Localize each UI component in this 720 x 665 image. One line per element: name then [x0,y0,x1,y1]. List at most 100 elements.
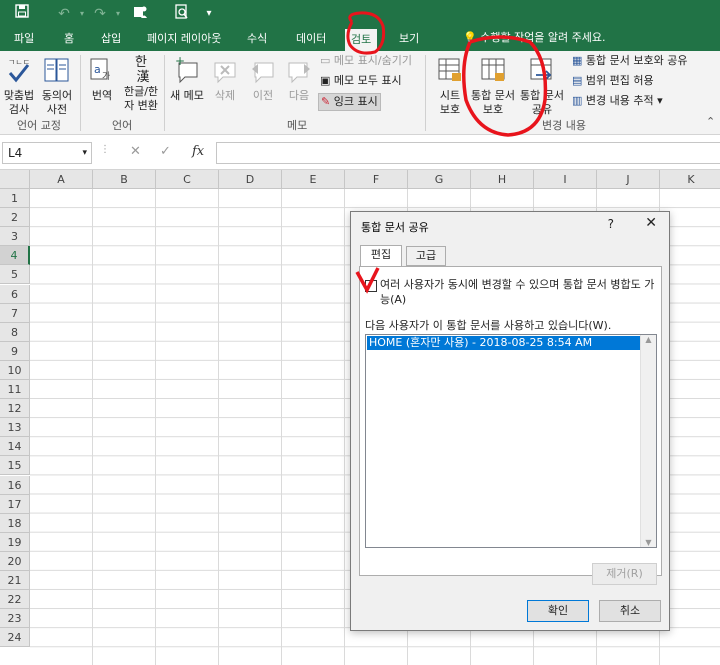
protect-sheet-button[interactable]: 시트 보호 [433,55,467,117]
tell-me-box[interactable]: 💡 수행할 작업을 알려 주세요. [463,29,606,45]
track-changes-button[interactable]: ▥ 변경 내용 추적 ▾ [572,93,663,109]
row-header[interactable]: 5 [0,265,30,285]
tab-data[interactable]: 데이터 [290,27,332,51]
row-header[interactable]: 22 [0,590,30,610]
row-header[interactable]: 6 [0,284,30,304]
group-separator [425,55,426,131]
column-header[interactable]: E [282,170,345,189]
name-box[interactable]: L4 ▾ [2,142,92,164]
row-header[interactable]: 24 [0,628,30,648]
tab-page-layout[interactable]: 페이지 레이아웃 [141,27,227,51]
allow-multi-user-label[interactable]: 여러 사용자가 동시에 변경할 수 있으며 통합 문서 병합도 가능(A) [380,277,660,307]
remove-user-button[interactable]: 제거(R) [592,563,657,585]
next-comment-button[interactable]: 다음 [282,55,316,103]
redo-icon[interactable]: ↷ [90,4,110,24]
tab-review[interactable]: 검토 [345,29,378,51]
show-ink-button[interactable]: ✎ 잉크 표시 [318,93,381,111]
help-icon[interactable]: ? [608,217,614,231]
row-header[interactable]: 11 [0,380,30,400]
redo-dropdown-icon[interactable]: ▾ [108,4,128,24]
tab-home[interactable]: 홈 [58,27,80,51]
column-header[interactable]: H [471,170,534,189]
translate-button[interactable]: a가 번역 [84,55,120,103]
allow-multi-user-checkbox[interactable] [365,280,377,292]
list-item[interactable]: HOME (혼자만 사용) - 2018-08-25 8:54 AM [367,336,640,350]
tab-file[interactable]: 파일 [8,27,40,51]
protect-workbook-button[interactable]: 통합 문서 보호 [468,55,518,117]
scroll-down-icon[interactable]: ▼ [641,538,656,547]
qat-customize-icon[interactable]: ▾ [199,4,219,24]
row-header[interactable]: 21 [0,571,30,591]
scrollbar[interactable]: ▲ ▼ [640,335,656,547]
column-header[interactable]: A [30,170,93,189]
svg-text:a: a [94,63,101,76]
protect-share-workbook-button[interactable]: ▦ 통합 문서 보호와 공유 [572,53,687,69]
group-label-language: 언어 [112,119,133,132]
close-icon[interactable]: ✕ [645,215,657,231]
ok-button[interactable]: 확인 [527,600,589,622]
tab-insert[interactable]: 삽입 [95,27,127,51]
row-header[interactable]: 10 [0,360,30,380]
row-header[interactable]: 1 [0,189,30,209]
select-all-corner[interactable] [0,170,30,189]
row-header[interactable]: 15 [0,456,30,476]
row-header[interactable]: 9 [0,341,30,361]
users-listbox[interactable]: HOME (혼자만 사용) - 2018-08-25 8:54 AM ▲ ▼ [365,334,657,548]
undo-dropdown-icon[interactable]: ▾ [72,4,92,24]
row-header[interactable]: 13 [0,418,30,438]
row-header[interactable]: 17 [0,494,30,514]
collapse-ribbon-icon[interactable]: ⌃ [706,115,715,128]
ink-pen-icon: ✎ [321,95,331,108]
column-header[interactable]: J [597,170,660,189]
tab-formulas[interactable]: 수식 [241,27,273,51]
row-header[interactable]: 8 [0,322,30,342]
row-header[interactable]: 7 [0,303,30,323]
undo-icon[interactable]: ↶ [54,4,74,24]
cancel-button[interactable]: 취소 [599,600,661,622]
allow-edit-ranges-button[interactable]: ▤ 범위 편집 허용 [572,73,654,89]
column-header[interactable]: D [219,170,282,189]
tab-view[interactable]: 보기 [393,27,425,51]
scroll-up-icon[interactable]: ▲ [641,335,656,344]
formula-input[interactable] [216,142,720,164]
row-header[interactable]: 12 [0,399,30,419]
column-header[interactable]: B [93,170,156,189]
row-header[interactable]: 3 [0,227,30,247]
show-all-comments-button[interactable]: ▣ 메모 모두 표시 [320,73,402,89]
thesaurus-button[interactable]: 동의어 사전 [38,55,76,117]
column-header[interactable]: C [156,170,219,189]
share-workbook-button[interactable]: 통합 문서 공유 [518,55,566,117]
print-preview-icon[interactable] [172,4,192,24]
insert-function-icon[interactable]: fx [192,144,204,159]
row-header[interactable]: 20 [0,551,30,571]
row-header[interactable]: 16 [0,475,30,495]
delete-comment-button[interactable]: 삭제 [208,55,242,103]
hangul-hanja-icon: 한 漢 [132,55,150,85]
save-icon[interactable] [12,4,32,24]
new-comment-button[interactable]: + 새 메모 [168,54,206,103]
cancel-icon[interactable]: ✕ [130,144,141,159]
tab-editing[interactable]: 편집 [360,245,402,267]
previous-comment-button[interactable]: 이전 [246,55,280,103]
hangul-hanja-convert-button[interactable]: 한 漢 한글/한 자 변환 [120,55,162,113]
row-header[interactable]: 19 [0,532,30,552]
show-hide-comment-button[interactable]: ▭ 메모 표시/숨기기 [320,53,412,69]
column-header[interactable]: F [345,170,408,189]
share-workbook-qat-icon[interactable] [130,4,150,24]
tab-advanced[interactable]: 고급 [406,246,446,266]
svg-text:+: + [175,55,185,68]
spell-check-button[interactable]: ㄱㄴㄷ 맞춤법 검사 [2,55,36,117]
row-header[interactable]: 18 [0,513,30,533]
chevron-down-icon: ▾ [657,94,663,107]
protect-share-icon: ▦ [572,54,583,67]
column-header[interactable]: I [534,170,597,189]
chevron-down-icon[interactable]: ▾ [82,143,87,163]
column-header[interactable]: G [408,170,471,189]
enter-icon[interactable]: ✓ [160,144,171,159]
resize-handle-icon[interactable]: ⋮ [100,144,110,155]
row-header[interactable]: 14 [0,437,30,457]
row-header[interactable]: 23 [0,609,30,629]
row-header[interactable]: 2 [0,208,30,228]
row-header[interactable]: 4 [0,246,30,266]
column-header[interactable]: K [660,170,720,189]
